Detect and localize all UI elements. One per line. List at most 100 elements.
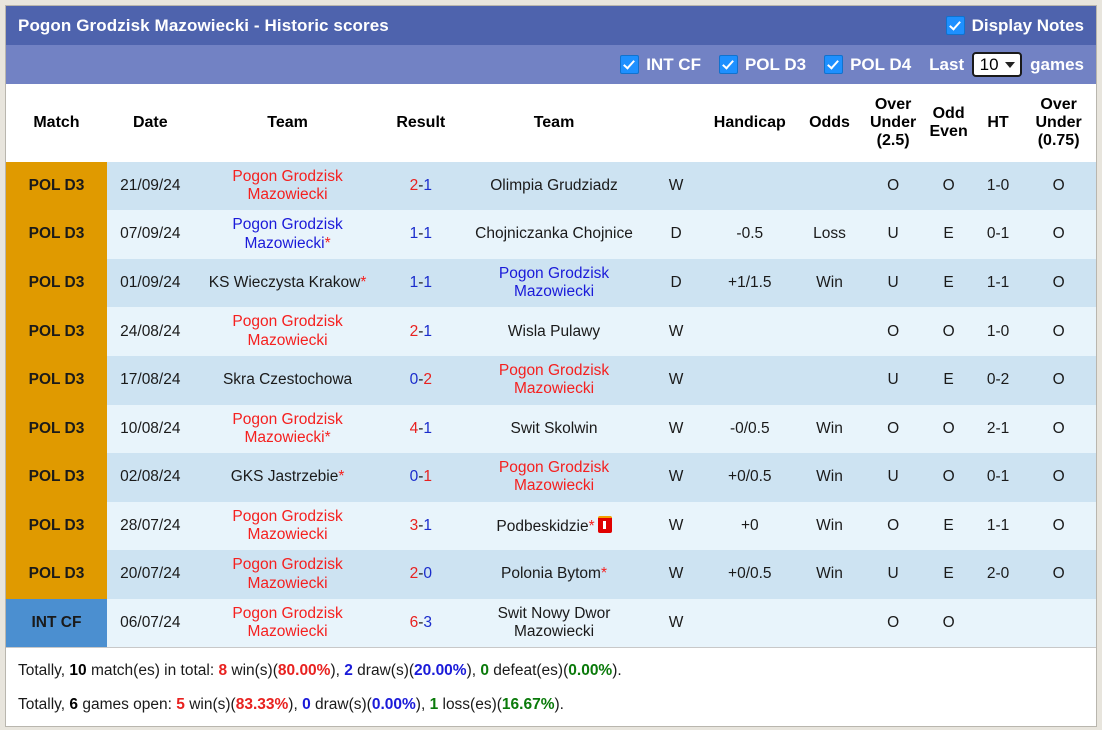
- away-team-cell[interactable]: Podbeskidzie*: [460, 501, 648, 551]
- away-team-cell[interactable]: Pogon Grodzisk Mazowiecki: [460, 258, 648, 308]
- display-notes-label: Display Notes: [971, 15, 1084, 35]
- s1-wins-pct: 80.00%: [277, 662, 331, 680]
- result-cell[interactable]: 2-1: [381, 307, 461, 356]
- half-time-score: [974, 598, 1022, 648]
- s1-end: ).: [612, 662, 622, 680]
- s2-end: ).: [554, 696, 564, 714]
- s2-mid1: games open:: [78, 696, 177, 714]
- s2-losses-pct: 16.67%: [501, 696, 555, 714]
- table-row[interactable]: POL D3 24/08/24 Pogon Grodzisk Mazowiecki 2…: [6, 307, 1096, 356]
- result-cell[interactable]: 1-1: [381, 258, 461, 308]
- filter-int-cf-checkbox[interactable]: [620, 55, 640, 74]
- s1-mid5: ),: [466, 662, 481, 680]
- result-cell[interactable]: 2-1: [381, 161, 461, 211]
- home-team-cell[interactable]: GKS Jastrzebie*: [193, 453, 382, 502]
- home-team-cell[interactable]: Pogon Grodzisk Mazowiecki: [193, 161, 382, 211]
- league-badge[interactable]: POL D3: [6, 355, 107, 405]
- home-team-cell[interactable]: Pogon Grodzisk Mazowiecki: [193, 501, 382, 551]
- odds-result: Win: [795, 501, 864, 551]
- away-team-cell[interactable]: Wisla Pulawy: [460, 307, 648, 356]
- team-name: Skra Czestochowa: [222, 371, 353, 389]
- col-ou075-line2: Under: [1035, 113, 1082, 131]
- result-cell[interactable]: 4-1: [381, 404, 461, 454]
- summary-line-open: Totally, 6 games open: 5 win(s)(83.33%),…: [16, 688, 1086, 722]
- away-team-cell[interactable]: Pogon Grodzisk Mazowiecki: [460, 355, 648, 405]
- table-row[interactable]: POL D3 07/09/24 Pogon Grodzisk Mazowiecki*…: [6, 210, 1096, 259]
- away-team-cell[interactable]: Pogon Grodzisk Mazowiecki: [460, 453, 648, 502]
- outcome-badge: W: [647, 501, 705, 551]
- away-team-cell[interactable]: Chojniczanka Chojnice: [460, 210, 648, 259]
- odd-even-value: E: [922, 501, 975, 551]
- display-notes-toggle[interactable]: Display Notes: [945, 15, 1084, 36]
- match-date: 24/08/24: [106, 307, 194, 356]
- score-home: 4: [409, 419, 419, 437]
- filter-pol-d3-checkbox[interactable]: [718, 55, 738, 74]
- team-name: Wisla Pulawy: [507, 322, 601, 340]
- result-cell[interactable]: 6-3: [381, 598, 461, 648]
- home-team-cell[interactable]: Pogon Grodzisk Mazowiecki: [193, 550, 382, 599]
- league-badge[interactable]: POL D3: [6, 404, 107, 454]
- home-team-cell[interactable]: Pogon Grodzisk Mazowiecki*: [193, 210, 382, 259]
- home-team-cell[interactable]: Pogon Grodzisk Mazowiecki: [193, 307, 382, 356]
- result-cell[interactable]: 3-1: [381, 501, 461, 551]
- outcome-badge: W: [647, 453, 705, 502]
- team-name: Pogon Grodzisk Mazowiecki: [498, 264, 610, 301]
- col-result: Result: [381, 84, 461, 162]
- league-badge[interactable]: POL D3: [6, 161, 107, 211]
- result-cell[interactable]: 2-0: [381, 550, 461, 599]
- filter-pol-d4[interactable]: POL D4: [824, 55, 911, 75]
- league-badge[interactable]: POL D3: [6, 258, 107, 308]
- table-row[interactable]: POL D3 21/09/24 Pogon Grodzisk Mazowiecki 2…: [6, 161, 1096, 211]
- score-home: 2: [409, 176, 419, 194]
- away-team-cell[interactable]: Polonia Bytom*: [460, 550, 648, 599]
- table-row[interactable]: POL D3 10/08/24 Pogon Grodzisk Mazowiecki*…: [6, 404, 1096, 454]
- away-team-cell[interactable]: Olimpia Grudziadz: [460, 161, 648, 211]
- filter-pol-d4-checkbox[interactable]: [824, 55, 844, 74]
- outcome-badge: W: [647, 161, 705, 211]
- outcome-badge: D: [647, 258, 705, 308]
- over-under-075-value: O: [1021, 307, 1096, 356]
- table-body: POL D3 21/09/24 Pogon Grodzisk Mazowiecki 2…: [6, 161, 1096, 648]
- league-badge[interactable]: POL D3: [6, 307, 107, 356]
- handicap-value: [704, 161, 796, 211]
- away-team-cell[interactable]: Swit Skolwin: [460, 404, 648, 454]
- team-name: Pogon Grodzisk Mazowiecki*: [232, 410, 343, 446]
- display-notes-checkbox[interactable]: [945, 16, 965, 35]
- s1-mid4: draw(s)(: [352, 662, 415, 680]
- result-cell[interactable]: 1-1: [381, 210, 461, 259]
- table-row[interactable]: INT CF 06/07/24 Pogon Grodzisk Mazowiecki 6…: [6, 598, 1096, 648]
- away-team-cell[interactable]: Swit Nowy Dwor Mazowiecki: [460, 598, 648, 648]
- col-handicap: Handicap: [704, 84, 796, 162]
- home-team-cell[interactable]: KS Wieczysta Krakow*: [193, 258, 382, 308]
- table-row[interactable]: POL D3 17/08/24 Skra Czestochowa 0-2 Pogon G…: [6, 355, 1096, 405]
- outcome-badge: W: [647, 307, 705, 356]
- table-row[interactable]: POL D3 20/07/24 Pogon Grodzisk Mazowiecki 2…: [6, 550, 1096, 599]
- filter-int-cf[interactable]: INT CF: [620, 55, 701, 75]
- table-row[interactable]: POL D3 02/08/24 GKS Jastrzebie* 0-1 Pogon Gr…: [6, 453, 1096, 502]
- league-badge[interactable]: INT CF: [6, 598, 107, 648]
- league-badge[interactable]: POL D3: [6, 453, 107, 502]
- result-cell[interactable]: 0-2: [381, 355, 461, 405]
- over-under-25-value: U: [863, 453, 923, 502]
- outcome-badge: W: [647, 550, 705, 599]
- table-row[interactable]: POL D3 01/09/24 KS Wieczysta Krakow* 1-1 Pog…: [6, 258, 1096, 308]
- s2-pre: Totally,: [18, 696, 70, 714]
- home-team-cell[interactable]: Skra Czestochowa: [193, 355, 382, 405]
- table-row[interactable]: POL D3 28/07/24 Pogon Grodzisk Mazowiecki 3…: [6, 501, 1096, 551]
- filter-pol-d3-label: POL D3: [744, 54, 807, 74]
- home-team-cell[interactable]: Pogon Grodzisk Mazowiecki: [193, 598, 382, 648]
- last-games-select[interactable]: 10: [972, 52, 1023, 77]
- match-date: 20/07/24: [106, 550, 194, 599]
- col-ou25-line3: (2.5): [876, 131, 910, 149]
- over-under-25-value: O: [863, 307, 923, 356]
- result-cell[interactable]: 0-1: [381, 453, 461, 502]
- league-badge[interactable]: POL D3: [6, 501, 107, 551]
- half-time-score: 1-1: [974, 501, 1022, 551]
- over-under-075-value: [1021, 598, 1096, 648]
- score-away: 1: [423, 273, 432, 291]
- filter-pol-d3[interactable]: POL D3: [718, 54, 807, 75]
- league-badge[interactable]: POL D3: [6, 550, 107, 599]
- league-badge[interactable]: POL D3: [6, 210, 107, 259]
- odd-even-value: O: [922, 598, 975, 648]
- home-team-cell[interactable]: Pogon Grodzisk Mazowiecki*: [193, 404, 382, 454]
